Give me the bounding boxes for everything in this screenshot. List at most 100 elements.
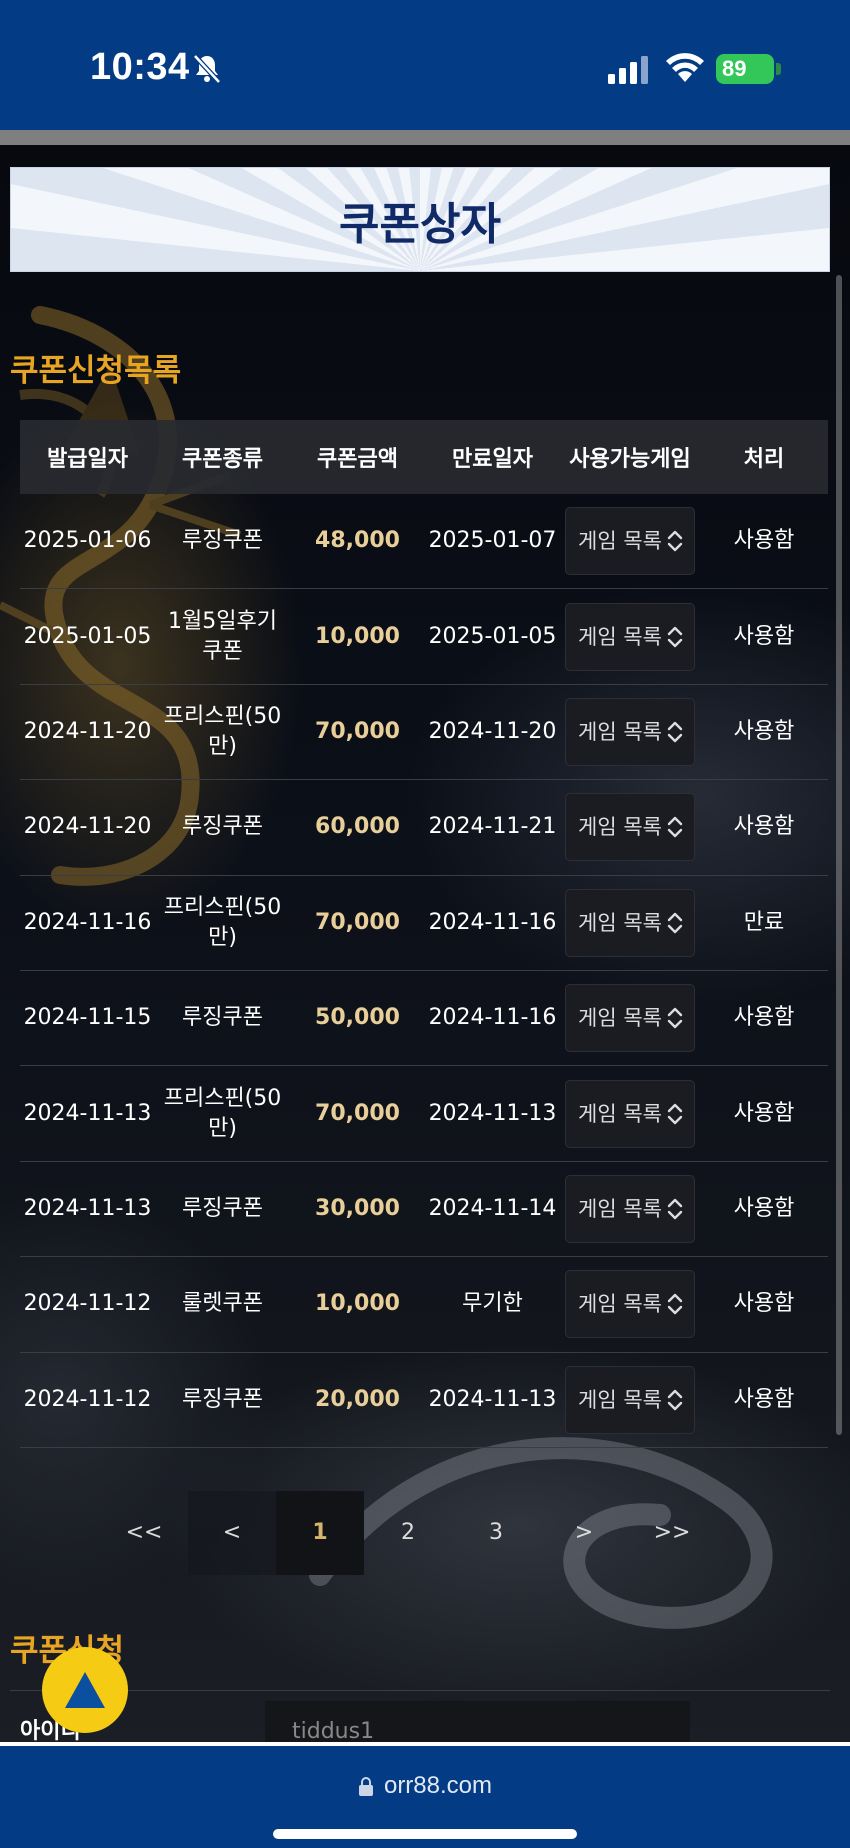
- cell-status: 사용함: [733, 1195, 795, 1221]
- cell-coupon-type: 프리스핀(50만): [163, 1085, 282, 1141]
- bell-muted-icon: [193, 54, 221, 84]
- game-list-select[interactable]: 게임 목록: [565, 1174, 695, 1243]
- page-content[interactable]: 쿠폰상자 쿠폰신청목록 발급일자 쿠폰종류 쿠폰금액 만료일자 사용가능게임 처…: [0, 145, 850, 1742]
- header-coupon-amount: 쿠폰금액: [317, 447, 398, 472]
- cell-coupon-amount: 60,000: [315, 814, 400, 840]
- cell-expiry-date: 2024-11-16: [428, 909, 557, 935]
- cell-status: 사용함: [733, 814, 795, 840]
- table-row: 2024-11-12 룰렛쿠폰 10,000 무기한 게임 목록 사용함: [20, 1257, 828, 1353]
- id-input[interactable]: [265, 1701, 690, 1742]
- cell-status: 사용함: [733, 528, 795, 554]
- table-header-row: 발급일자 쿠폰종류 쿠폰금액 만료일자 사용가능게임 처리: [20, 420, 828, 494]
- browser-divider: [0, 130, 850, 145]
- game-list-select[interactable]: 게임 목록: [565, 697, 695, 766]
- wifi-icon: [666, 53, 704, 82]
- cell-coupon-amount: 48,000: [315, 528, 400, 554]
- cell-coupon-type: 루징쿠폰: [182, 814, 263, 840]
- cell-game-select: 게임 목록: [560, 793, 700, 862]
- game-list-select[interactable]: 게임 목록: [565, 793, 695, 862]
- game-select-label: 게임 목록: [578, 529, 662, 554]
- cell-coupon-type: 루징쿠폰: [182, 528, 263, 554]
- page-last-button[interactable]: >>: [628, 1491, 716, 1575]
- page-next-button[interactable]: >: [540, 1491, 628, 1575]
- game-select-label: 게임 목록: [578, 1196, 662, 1221]
- cell-coupon-amount: 50,000: [315, 1005, 400, 1031]
- game-list-select[interactable]: 게임 목록: [565, 888, 695, 957]
- cell-game-select: 게임 목록: [560, 1270, 700, 1339]
- cell-status: 사용함: [733, 1386, 795, 1412]
- cell-issued-date: 2024-11-12: [23, 1386, 152, 1412]
- cell-coupon-type: 루징쿠폰: [182, 1386, 263, 1412]
- table-row: 2024-11-12 루징쿠폰 20,000 2024-11-13 게임 목록 사용함: [20, 1353, 828, 1448]
- cell-coupon-amount: 30,000: [315, 1195, 400, 1221]
- cell-status: 만료: [743, 909, 785, 935]
- cell-status: 사용함: [733, 1005, 795, 1031]
- cell-coupon-amount: 70,000: [315, 909, 400, 935]
- chevron-updown-icon: [667, 1389, 683, 1410]
- page-1-button[interactable]: 1: [276, 1490, 364, 1575]
- cell-coupon-type: 프리스핀(50만): [163, 894, 282, 950]
- cell-game-select: 게임 목록: [560, 507, 700, 576]
- header-status: 처리: [743, 447, 785, 472]
- cell-game-select: 게임 목록: [560, 697, 700, 766]
- url-display[interactable]: orr88.com: [0, 1772, 850, 1800]
- scroll-top-button[interactable]: [42, 1647, 128, 1733]
- page-3-button[interactable]: 3: [452, 1491, 540, 1575]
- cell-coupon-amount: 10,000: [315, 1291, 400, 1317]
- page-title-banner: 쿠폰상자: [10, 167, 830, 272]
- game-list-select[interactable]: 게임 목록: [565, 1270, 695, 1339]
- table-row: 2024-11-16 프리스핀(50만) 70,000 2024-11-16 게임 목록…: [20, 876, 828, 971]
- cell-coupon-type: 루징쿠폰: [182, 1195, 263, 1221]
- cell-expiry-date: 2024-11-16: [428, 1005, 557, 1031]
- battery-level: 89: [722, 56, 747, 81]
- apply-id-row: 아이디: [10, 1690, 830, 1742]
- cell-status: 사용함: [733, 1100, 795, 1126]
- scrollbar[interactable]: [836, 275, 842, 1435]
- table-row: 2024-11-15 루징쿠폰 50,000 2024-11-16 게임 목록 사용함: [20, 971, 828, 1067]
- cell-coupon-amount: 70,000: [315, 1100, 400, 1126]
- page-prev-button[interactable]: <: [188, 1490, 276, 1575]
- page-first-button[interactable]: <<: [100, 1491, 188, 1575]
- cell-expiry-date: 2024-11-14: [428, 1195, 557, 1221]
- arrow-up-icon: [65, 1672, 105, 1708]
- game-select-label: 게임 목록: [578, 1101, 662, 1126]
- game-list-select[interactable]: 게임 목록: [565, 602, 695, 671]
- chevron-updown-icon: [667, 817, 683, 838]
- game-select-label: 게임 목록: [578, 719, 662, 744]
- table-row: 2024-11-13 프리스핀(50만) 70,000 2024-11-13 게임 목록…: [20, 1066, 828, 1162]
- cell-expiry-date: 2024-11-20: [428, 718, 557, 744]
- cell-issued-date: 2025-01-05: [23, 623, 152, 649]
- chevron-updown-icon: [667, 1294, 683, 1315]
- cell-expiry-date: 2024-11-13: [428, 1386, 557, 1412]
- game-list-select[interactable]: 게임 목록: [565, 1079, 695, 1148]
- cell-expiry-date: 2025-01-07: [428, 528, 557, 554]
- game-list-select[interactable]: 게임 목록: [565, 1365, 695, 1434]
- game-list-select[interactable]: 게임 목록: [565, 507, 695, 576]
- cell-status: 사용함: [733, 1291, 795, 1317]
- header-expiry-date: 만료일자: [452, 447, 533, 472]
- coupon-table: 발급일자 쿠폰종류 쿠폰금액 만료일자 사용가능게임 처리 2025-01-06…: [20, 420, 828, 1448]
- cell-status: 사용함: [733, 718, 795, 744]
- page-title: 쿠폰상자: [339, 198, 501, 250]
- cell-expiry-date: 2024-11-21: [428, 814, 557, 840]
- cell-issued-date: 2024-11-15: [23, 1005, 152, 1031]
- chevron-updown-icon: [667, 1007, 683, 1029]
- cell-coupon-amount: 20,000: [315, 1386, 400, 1412]
- cell-game-select: 게임 목록: [560, 1365, 700, 1434]
- table-body: 2025-01-06 루징쿠폰 48,000 2025-01-07 게임 목록 사용함 20…: [20, 494, 828, 1448]
- chevron-updown-icon: [667, 1198, 683, 1220]
- page-2-button[interactable]: 2: [364, 1491, 452, 1575]
- game-select-label: 게임 목록: [578, 1387, 662, 1412]
- home-indicator[interactable]: [273, 1829, 577, 1839]
- cell-issued-date: 2024-11-13: [23, 1195, 152, 1221]
- header-coupon-type: 쿠폰종류: [182, 447, 263, 472]
- table-row: 2024-11-20 루징쿠폰 60,000 2024-11-21 게임 목록 사용함: [20, 780, 828, 876]
- cell-issued-date: 2024-11-13: [23, 1100, 152, 1126]
- game-list-select[interactable]: 게임 목록: [565, 984, 695, 1053]
- cell-issued-date: 2024-11-12: [23, 1291, 152, 1317]
- status-time: 10:34: [90, 46, 190, 88]
- browser-address-bar[interactable]: orr88.com: [0, 1742, 850, 1848]
- lock-icon: [358, 1777, 373, 1796]
- game-select-label: 게임 목록: [578, 624, 662, 649]
- chevron-updown-icon: [667, 626, 683, 647]
